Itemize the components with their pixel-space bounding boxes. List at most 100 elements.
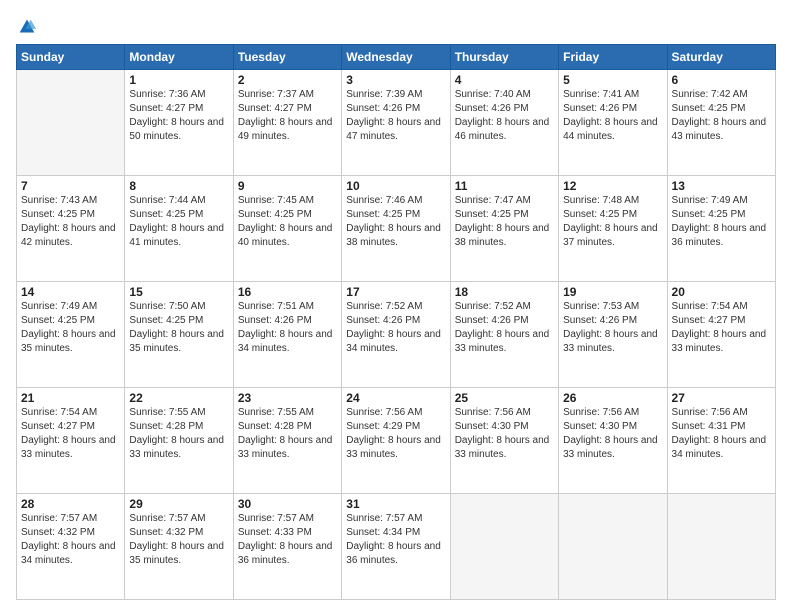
calendar-page: SundayMondayTuesdayWednesdayThursdayFrid… [0,0,792,612]
day-number: 17 [346,285,445,299]
logo-icon [16,16,38,38]
day-info: Sunrise: 7:49 AMSunset: 4:25 PMDaylight:… [672,194,771,250]
day-info: Sunrise: 7:56 AMSunset: 4:30 PMDaylight:… [563,406,662,462]
day-cell: 27Sunrise: 7:56 AMSunset: 4:31 PMDayligh… [667,388,775,494]
day-number: 13 [672,179,771,193]
day-cell: 26Sunrise: 7:56 AMSunset: 4:30 PMDayligh… [559,388,667,494]
day-cell: 5Sunrise: 7:41 AMSunset: 4:26 PMDaylight… [559,70,667,176]
day-header-saturday: Saturday [667,45,775,70]
day-cell: 14Sunrise: 7:49 AMSunset: 4:25 PMDayligh… [17,282,125,388]
day-info: Sunrise: 7:36 AMSunset: 4:27 PMDaylight:… [129,88,228,144]
day-info: Sunrise: 7:57 AMSunset: 4:33 PMDaylight:… [238,512,337,568]
day-info: Sunrise: 7:53 AMSunset: 4:26 PMDaylight:… [563,300,662,356]
day-cell: 22Sunrise: 7:55 AMSunset: 4:28 PMDayligh… [125,388,233,494]
day-number: 4 [455,73,554,87]
day-number: 10 [346,179,445,193]
day-number: 21 [21,391,120,405]
day-cell: 2Sunrise: 7:37 AMSunset: 4:27 PMDaylight… [233,70,341,176]
day-info: Sunrise: 7:40 AMSunset: 4:26 PMDaylight:… [455,88,554,144]
day-number: 16 [238,285,337,299]
week-row-5: 28Sunrise: 7:57 AMSunset: 4:32 PMDayligh… [17,494,776,600]
day-number: 25 [455,391,554,405]
day-info: Sunrise: 7:42 AMSunset: 4:25 PMDaylight:… [672,88,771,144]
day-number: 6 [672,73,771,87]
day-info: Sunrise: 7:57 AMSunset: 4:34 PMDaylight:… [346,512,445,568]
day-number: 9 [238,179,337,193]
day-number: 22 [129,391,228,405]
day-cell [559,494,667,600]
day-header-tuesday: Tuesday [233,45,341,70]
day-info: Sunrise: 7:47 AMSunset: 4:25 PMDaylight:… [455,194,554,250]
day-cell: 6Sunrise: 7:42 AMSunset: 4:25 PMDaylight… [667,70,775,176]
day-number: 24 [346,391,445,405]
calendar-header: SundayMondayTuesdayWednesdayThursdayFrid… [17,45,776,70]
day-cell: 9Sunrise: 7:45 AMSunset: 4:25 PMDaylight… [233,176,341,282]
day-cell: 31Sunrise: 7:57 AMSunset: 4:34 PMDayligh… [342,494,450,600]
calendar-body: 1Sunrise: 7:36 AMSunset: 4:27 PMDaylight… [17,70,776,600]
day-cell: 19Sunrise: 7:53 AMSunset: 4:26 PMDayligh… [559,282,667,388]
day-cell: 23Sunrise: 7:55 AMSunset: 4:28 PMDayligh… [233,388,341,494]
day-cell: 24Sunrise: 7:56 AMSunset: 4:29 PMDayligh… [342,388,450,494]
day-cell: 10Sunrise: 7:46 AMSunset: 4:25 PMDayligh… [342,176,450,282]
day-cell [450,494,558,600]
day-header-monday: Monday [125,45,233,70]
day-info: Sunrise: 7:57 AMSunset: 4:32 PMDaylight:… [21,512,120,568]
day-number: 30 [238,497,337,511]
day-header-sunday: Sunday [17,45,125,70]
day-info: Sunrise: 7:54 AMSunset: 4:27 PMDaylight:… [21,406,120,462]
header [16,12,776,38]
day-info: Sunrise: 7:56 AMSunset: 4:31 PMDaylight:… [672,406,771,462]
day-cell: 29Sunrise: 7:57 AMSunset: 4:32 PMDayligh… [125,494,233,600]
day-number: 8 [129,179,228,193]
day-cell: 3Sunrise: 7:39 AMSunset: 4:26 PMDaylight… [342,70,450,176]
calendar-table: SundayMondayTuesdayWednesdayThursdayFrid… [16,44,776,600]
day-number: 7 [21,179,120,193]
day-header-wednesday: Wednesday [342,45,450,70]
day-cell: 11Sunrise: 7:47 AMSunset: 4:25 PMDayligh… [450,176,558,282]
day-cell: 25Sunrise: 7:56 AMSunset: 4:30 PMDayligh… [450,388,558,494]
day-info: Sunrise: 7:56 AMSunset: 4:29 PMDaylight:… [346,406,445,462]
day-number: 3 [346,73,445,87]
day-cell [17,70,125,176]
day-cell: 28Sunrise: 7:57 AMSunset: 4:32 PMDayligh… [17,494,125,600]
day-cell: 15Sunrise: 7:50 AMSunset: 4:25 PMDayligh… [125,282,233,388]
day-info: Sunrise: 7:50 AMSunset: 4:25 PMDaylight:… [129,300,228,356]
day-number: 31 [346,497,445,511]
day-number: 20 [672,285,771,299]
day-cell [667,494,775,600]
day-cell: 8Sunrise: 7:44 AMSunset: 4:25 PMDaylight… [125,176,233,282]
day-cell: 30Sunrise: 7:57 AMSunset: 4:33 PMDayligh… [233,494,341,600]
day-number: 26 [563,391,662,405]
day-number: 28 [21,497,120,511]
day-info: Sunrise: 7:39 AMSunset: 4:26 PMDaylight:… [346,88,445,144]
day-cell: 4Sunrise: 7:40 AMSunset: 4:26 PMDaylight… [450,70,558,176]
day-info: Sunrise: 7:41 AMSunset: 4:26 PMDaylight:… [563,88,662,144]
day-cell: 12Sunrise: 7:48 AMSunset: 4:25 PMDayligh… [559,176,667,282]
day-cell: 21Sunrise: 7:54 AMSunset: 4:27 PMDayligh… [17,388,125,494]
day-info: Sunrise: 7:51 AMSunset: 4:26 PMDaylight:… [238,300,337,356]
day-header-friday: Friday [559,45,667,70]
day-info: Sunrise: 7:46 AMSunset: 4:25 PMDaylight:… [346,194,445,250]
day-number: 11 [455,179,554,193]
day-number: 29 [129,497,228,511]
day-info: Sunrise: 7:55 AMSunset: 4:28 PMDaylight:… [129,406,228,462]
day-number: 5 [563,73,662,87]
day-number: 12 [563,179,662,193]
day-number: 1 [129,73,228,87]
day-number: 15 [129,285,228,299]
day-number: 23 [238,391,337,405]
header-row: SundayMondayTuesdayWednesdayThursdayFrid… [17,45,776,70]
day-info: Sunrise: 7:49 AMSunset: 4:25 PMDaylight:… [21,300,120,356]
week-row-2: 7Sunrise: 7:43 AMSunset: 4:25 PMDaylight… [17,176,776,282]
day-number: 18 [455,285,554,299]
day-cell: 17Sunrise: 7:52 AMSunset: 4:26 PMDayligh… [342,282,450,388]
day-cell: 13Sunrise: 7:49 AMSunset: 4:25 PMDayligh… [667,176,775,282]
day-info: Sunrise: 7:54 AMSunset: 4:27 PMDaylight:… [672,300,771,356]
day-info: Sunrise: 7:52 AMSunset: 4:26 PMDaylight:… [455,300,554,356]
week-row-1: 1Sunrise: 7:36 AMSunset: 4:27 PMDaylight… [17,70,776,176]
day-info: Sunrise: 7:37 AMSunset: 4:27 PMDaylight:… [238,88,337,144]
week-row-3: 14Sunrise: 7:49 AMSunset: 4:25 PMDayligh… [17,282,776,388]
day-cell: 16Sunrise: 7:51 AMSunset: 4:26 PMDayligh… [233,282,341,388]
day-info: Sunrise: 7:45 AMSunset: 4:25 PMDaylight:… [238,194,337,250]
day-number: 2 [238,73,337,87]
